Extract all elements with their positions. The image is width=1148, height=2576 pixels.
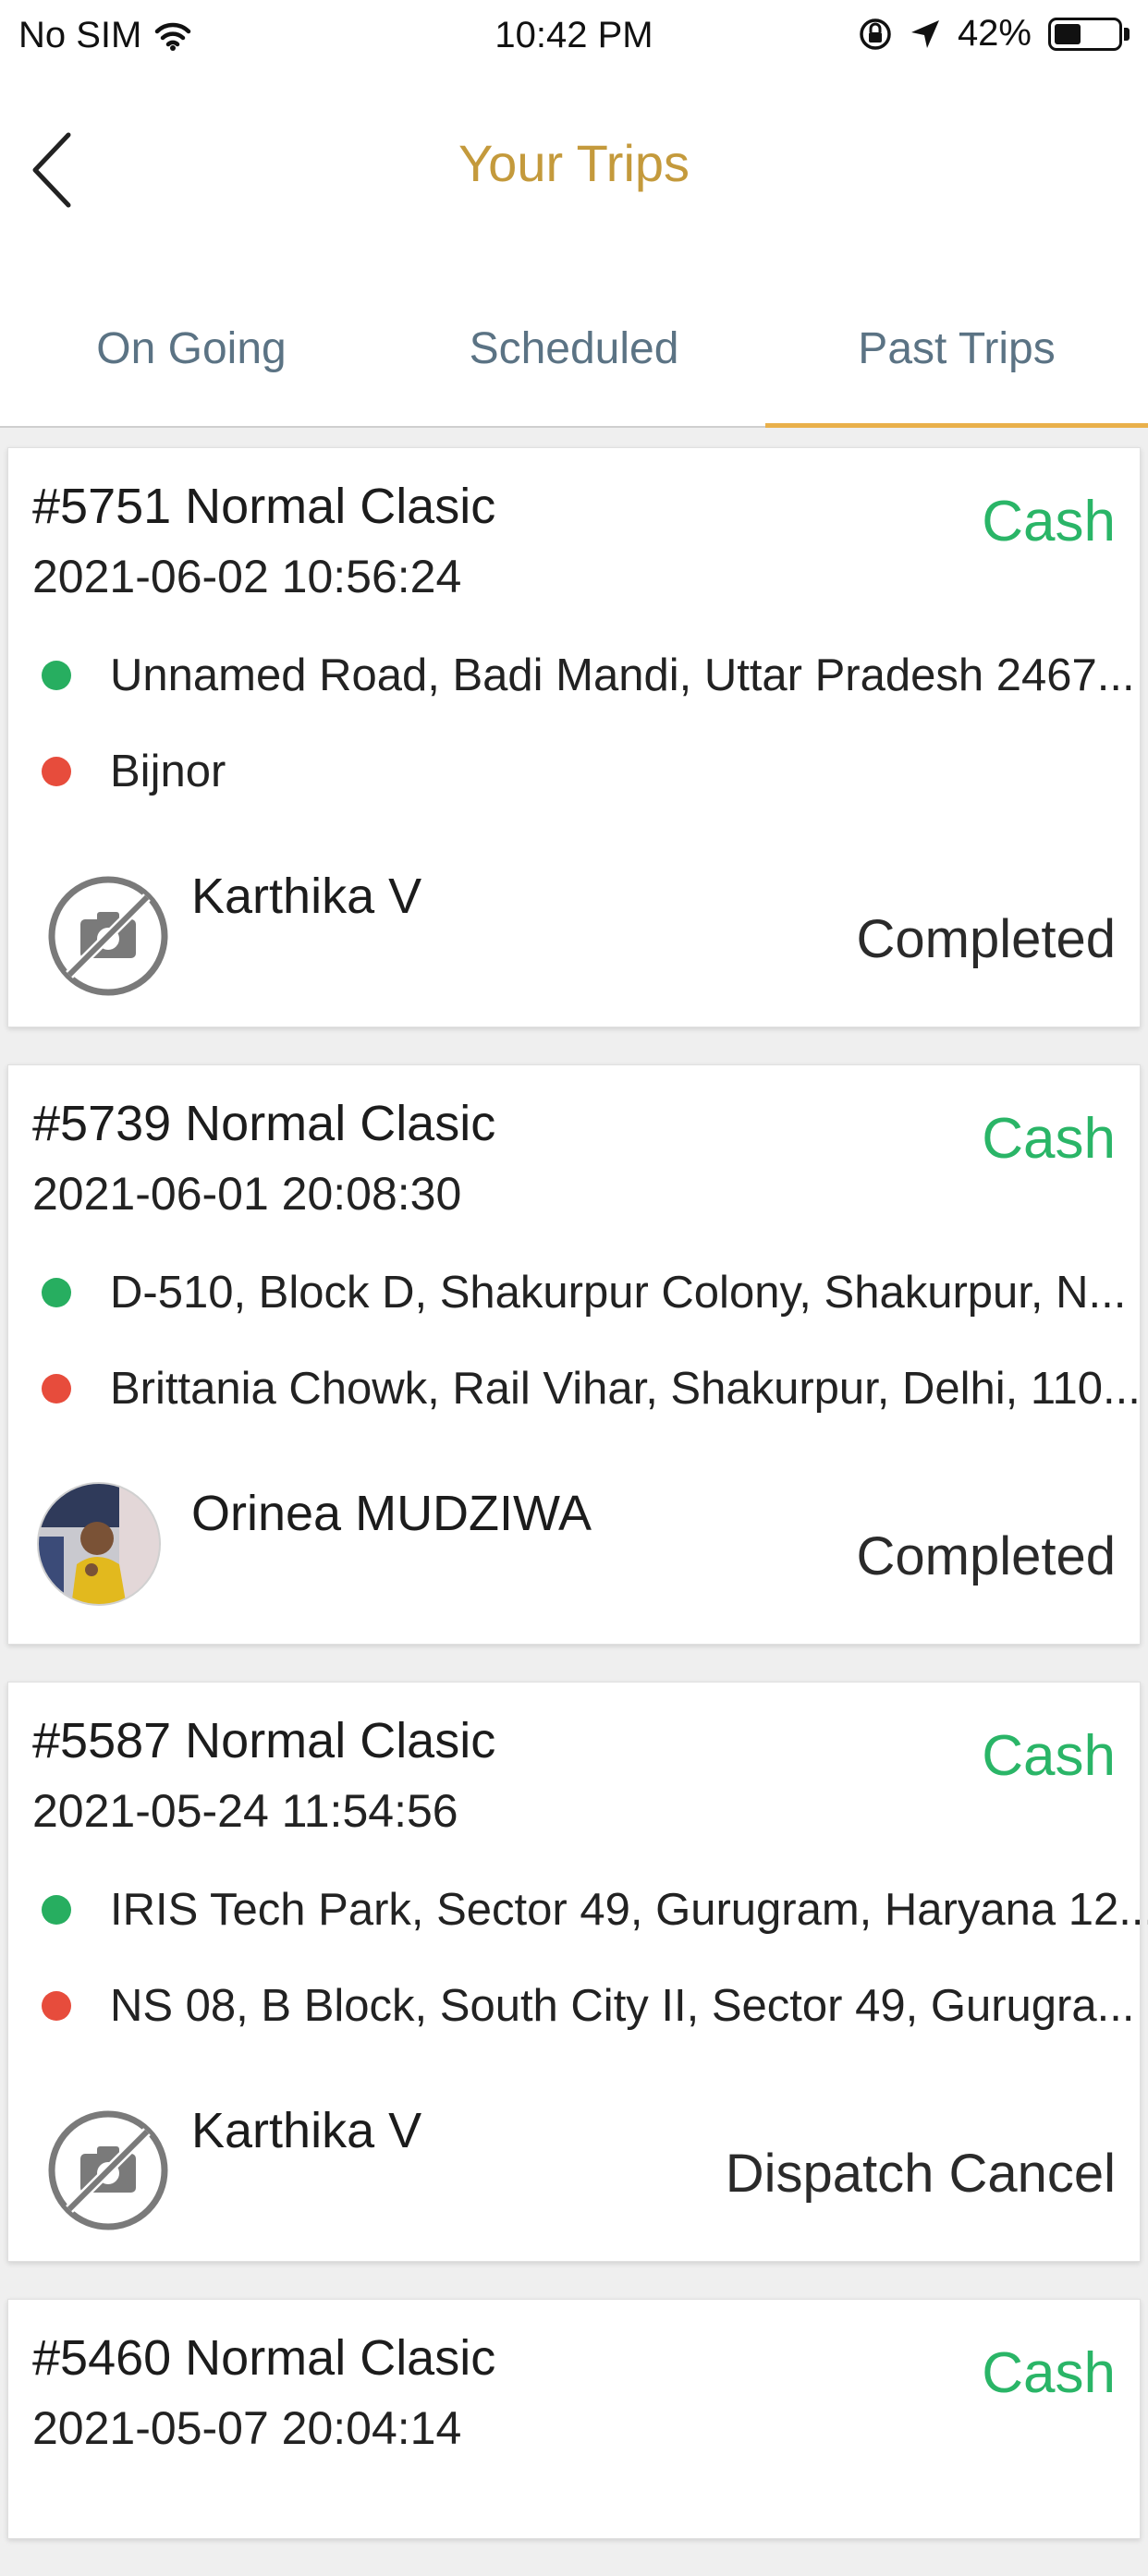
tab-on-going[interactable]: On Going <box>0 323 383 374</box>
drop-address: NS 08, B Block, South City II, Sector 49… <box>110 1981 1135 2031</box>
trip-datetime: 2021-05-24 11:54:56 <box>32 1785 458 1837</box>
trip-status: Dispatch Cancel <box>725 2144 1116 2204</box>
battery-icon <box>1048 17 1122 51</box>
tab-past-trips[interactable]: Past Trips <box>765 323 1148 374</box>
drop-dot-icon <box>42 757 71 786</box>
location-arrow-icon <box>910 19 939 48</box>
active-tab-indicator <box>765 423 1148 428</box>
trip-list: #5751 Normal Clasic 2021-06-02 10:56:24 … <box>7 447 1148 2576</box>
driver-name: Karthika V <box>191 869 422 924</box>
trip-datetime: 2021-06-02 10:56:24 <box>32 551 462 602</box>
drop-dot-icon <box>42 1991 71 2021</box>
trip-tabs: On Going Scheduled Past Trips <box>0 240 1148 428</box>
payment-method: Cash <box>982 1724 1116 1788</box>
trip-title: #5739 Normal Clasic <box>32 1096 496 1151</box>
payment-method: Cash <box>982 1107 1116 1171</box>
battery-tip <box>1124 27 1130 41</box>
nav-header: Your Trips <box>0 78 1148 240</box>
page-title: Your Trips <box>458 134 690 192</box>
trip-title: #5751 Normal Clasic <box>32 479 496 534</box>
trip-status: Completed <box>856 909 1116 969</box>
trip-card[interactable]: #5751 Normal Clasic 2021-06-02 10:56:24 … <box>7 447 1141 1027</box>
pickup-dot-icon <box>42 1895 71 1925</box>
pickup-address: D-510, Block D, Shakurpur Colony, Shakur… <box>110 1268 1127 1318</box>
status-bar-right: 42% <box>858 13 1130 55</box>
no-photo-icon <box>48 876 168 996</box>
drop-address: Brittania Chowk, Rail Vihar, Shakurpur, … <box>110 1364 1141 1414</box>
avatar <box>37 1482 161 1606</box>
orientation-lock-icon <box>860 18 891 50</box>
trip-title: #5587 Normal Clasic <box>32 1713 496 1768</box>
trip-datetime: 2021-06-01 20:08:30 <box>32 1168 462 1220</box>
trip-datetime: 2021-05-07 20:04:14 <box>32 2402 462 2454</box>
battery-percent: 42% <box>957 13 1032 54</box>
driver-name: Orinea MUDZIWA <box>191 1486 592 1541</box>
tab-scheduled[interactable]: Scheduled <box>383 323 765 374</box>
pickup-dot-icon <box>42 661 71 690</box>
driver-name: Karthika V <box>191 2103 422 2158</box>
pickup-dot-icon <box>42 1278 71 1307</box>
trip-card[interactable]: #5587 Normal Clasic 2021-05-24 11:54:56 … <box>7 1682 1148 2262</box>
battery-indicator <box>1048 17 1130 51</box>
trip-card[interactable]: #5739 Normal Clasic 2021-06-01 20:08:30 … <box>7 1064 1141 1645</box>
pickup-address: Unnamed Road, Badi Mandi, Uttar Pradesh … <box>110 650 1135 700</box>
pickup-address: IRIS Tech Park, Sector 49, Gurugram, Har… <box>110 1885 1148 1935</box>
payment-method: Cash <box>982 490 1116 553</box>
battery-fill <box>1055 23 1081 44</box>
trip-title: #5460 Normal Clasic <box>32 2330 496 2386</box>
payment-method: Cash <box>982 2341 1116 2405</box>
trip-card[interactable]: #5460 Normal Clasic 2021-05-07 20:04:14 … <box>7 2299 1141 2539</box>
drop-address: Bijnor <box>110 747 226 796</box>
no-photo-icon <box>48 2110 168 2230</box>
status-bar: No SIM 10:42 PM 42% <box>0 0 1148 78</box>
drop-dot-icon <box>42 1374 71 1403</box>
trip-status: Completed <box>856 1526 1116 1586</box>
